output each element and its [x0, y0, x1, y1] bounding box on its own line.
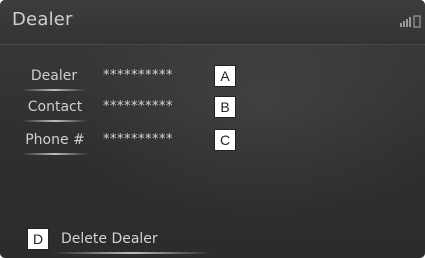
screen-title: Dealer: [12, 9, 73, 30]
delete-dealer-underline: [52, 252, 212, 254]
dealer-name-underline: [22, 89, 86, 91]
phone-value: **********: [103, 132, 173, 147]
delete-dealer-label: Delete Dealer: [61, 231, 158, 247]
callout-c: C: [214, 129, 236, 151]
dealer-screen: Dealer Dealer ********** Contact *******…: [0, 0, 425, 258]
header-bar: Dealer: [0, 0, 425, 45]
phone-row[interactable]: Phone # **********: [0, 129, 425, 155]
dealer-name-label: Dealer: [30, 68, 78, 84]
phone-underline: [22, 153, 88, 155]
delete-dealer-button[interactable]: Delete Dealer: [24, 228, 224, 254]
dealer-name-value: **********: [103, 68, 173, 83]
battery-icon: [413, 15, 421, 28]
signal-strength-icon: [400, 15, 421, 28]
callout-a: A: [214, 65, 236, 87]
callout-d: D: [27, 228, 49, 250]
contact-row[interactable]: Contact **********: [0, 96, 425, 122]
dealer-name-row[interactable]: Dealer **********: [0, 65, 425, 91]
contact-underline: [22, 120, 88, 122]
contact-value: **********: [103, 99, 173, 114]
callout-b: B: [214, 96, 236, 118]
contact-label: Contact: [27, 99, 83, 115]
phone-label: Phone #: [25, 132, 85, 148]
